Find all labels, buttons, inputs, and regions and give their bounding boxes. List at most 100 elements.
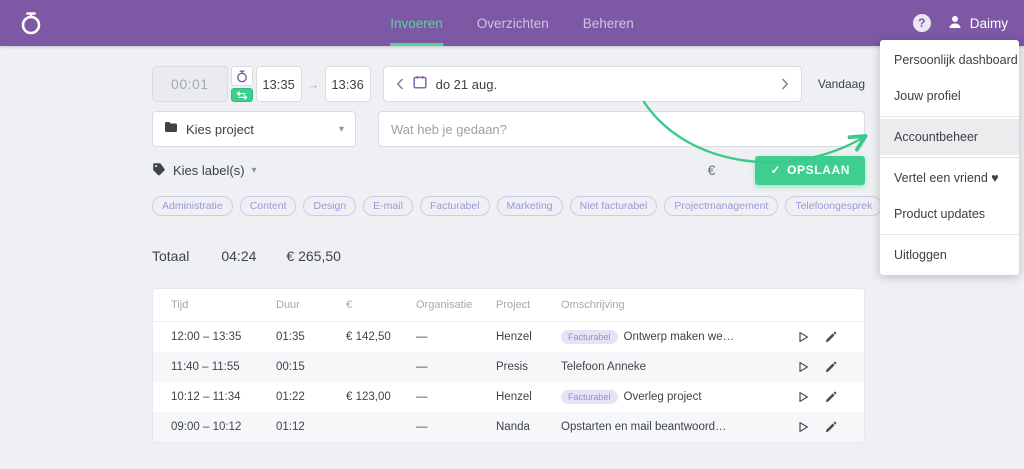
today-link[interactable]: Vandaag (818, 77, 865, 91)
cell-omschrijving: Facturabel Ontwerp maken we… (561, 330, 790, 344)
timer-row: 00:01 → (152, 66, 865, 102)
label-chip-facturabel[interactable]: Facturabel (420, 196, 490, 216)
user-icon (947, 14, 963, 33)
table-body: 12:00 – 13:35 01:35 € 142,50 — Henzel Fa… (153, 322, 864, 442)
menu-item-jouw-profiel[interactable]: Jouw profiel (880, 78, 1019, 114)
project-select[interactable]: Kies project ▾ (152, 111, 356, 147)
keeping-logo-icon[interactable] (16, 8, 46, 38)
previous-day-button[interactable] (396, 78, 404, 90)
omschrijving-text: Ontwerp maken we… (624, 331, 735, 343)
header-organisatie: Organisatie (416, 299, 496, 311)
description-input[interactable] (378, 111, 865, 147)
play-button[interactable] (790, 391, 816, 403)
save-button[interactable]: ✓ OPSLAAN (755, 156, 865, 185)
tab-overzichten[interactable]: Overzichten (477, 0, 549, 46)
label-chip-administratie[interactable]: Administratie (152, 196, 233, 216)
cell-bedrag: € 123,00 (346, 391, 416, 403)
cell-omschrijving: Facturabel Overleg project (561, 390, 790, 404)
facturabel-chip: Facturabel (561, 390, 618, 404)
save-button-label: OPSLAAN (787, 163, 850, 177)
cell-project: Nanda (496, 421, 561, 433)
header-project: Project (496, 299, 561, 311)
omschrijving-text: Overleg project (624, 391, 702, 403)
next-day-button[interactable] (781, 78, 789, 90)
cell-tijd: 09:00 – 10:12 (171, 421, 276, 433)
time-entry-page: 00:01 → (152, 66, 865, 443)
cell-bedrag: € 142,50 (346, 331, 416, 343)
cell-organisatie: — (416, 361, 496, 373)
swap-arrows-icon (236, 91, 248, 100)
cell-project: Henzel (496, 391, 561, 403)
menu-item-accountbeheer[interactable]: Accountbeheer (880, 119, 1019, 155)
cell-tijd: 10:12 – 11:34 (171, 391, 276, 403)
end-time-input[interactable] (325, 66, 371, 102)
menu-item-uitloggen[interactable]: Uitloggen (880, 237, 1019, 273)
edit-button[interactable] (816, 421, 846, 433)
cell-tijd: 11:40 – 11:55 (171, 361, 276, 373)
cell-duur: 01:35 (276, 331, 346, 343)
range-mode-button[interactable] (231, 88, 253, 102)
label-chip-content[interactable]: Content (240, 196, 297, 216)
table-row[interactable]: 10:12 – 11:34 01:22 € 123,00 — Henzel Fa… (153, 382, 864, 412)
table-row[interactable]: 11:40 – 11:55 00:15 — Presis Telefoon An… (153, 352, 864, 382)
check-icon: ✓ (770, 163, 781, 177)
cell-duur: 01:22 (276, 391, 346, 403)
menu-divider (880, 116, 1019, 117)
date-picker: do 21 aug. (383, 66, 802, 102)
menu-item-vertel-een-vriend[interactable]: Vertel een vriend ♥ (880, 160, 1019, 196)
play-button[interactable] (790, 331, 816, 343)
help-icon[interactable]: ? (913, 14, 931, 32)
totals-bar: Totaal 04:24 € 265,50 (152, 248, 865, 264)
label-chip-email[interactable]: E-mail (363, 196, 413, 216)
menu-divider (880, 157, 1019, 158)
tab-invoeren[interactable]: Invoeren (390, 0, 443, 46)
tag-icon (152, 162, 166, 179)
cell-project: Presis (496, 361, 561, 373)
table-row[interactable]: 09:00 – 10:12 01:12 — Nanda Opstarten en… (153, 412, 864, 442)
selected-date[interactable]: do 21 aug. (436, 77, 497, 92)
label-chip-design[interactable]: Design (303, 196, 356, 216)
omschrijving-text: Opstarten en mail beantwoord… (561, 421, 727, 433)
stopwatch-mode-button[interactable] (231, 66, 253, 86)
play-button[interactable] (790, 361, 816, 373)
chevron-down-icon: ▾ (252, 165, 257, 176)
user-dropdown-menu: Persoonlijk dashboard Jouw profiel Accou… (880, 40, 1019, 275)
menu-item-product-updates[interactable]: Product updates (880, 196, 1019, 232)
omschrijving-text: Telefoon Anneke (561, 361, 646, 373)
edit-button[interactable] (816, 331, 846, 343)
user-menu-button[interactable]: Daimy (947, 14, 1008, 33)
cell-duur: 01:12 (276, 421, 346, 433)
edit-button[interactable] (816, 361, 846, 373)
time-range-arrow: → (307, 77, 320, 92)
play-button[interactable] (790, 421, 816, 433)
start-time-input[interactable] (256, 66, 302, 102)
total-duration: 04:24 (221, 248, 256, 264)
project-select-label: Kies project (186, 122, 254, 137)
header-tijd: Tijd (171, 299, 276, 311)
calendar-icon[interactable] (413, 75, 427, 94)
cell-project: Henzel (496, 331, 561, 343)
table-row[interactable]: 12:00 – 13:35 01:35 € 142,50 — Henzel Fa… (153, 322, 864, 352)
folder-icon (164, 120, 178, 138)
tab-beheren[interactable]: Beheren (583, 0, 634, 46)
facturabel-chip: Facturabel (561, 330, 618, 344)
totals-label: Totaal (152, 248, 189, 264)
cell-omschrijving: Telefoon Anneke (561, 361, 790, 373)
menu-item-persoonlijk-dashboard[interactable]: Persoonlijk dashboard (880, 42, 1019, 78)
total-amount: € 265,50 (286, 248, 341, 264)
cell-organisatie: — (416, 421, 496, 433)
menu-divider (880, 234, 1019, 235)
label-chip-projectmanagement[interactable]: Projectmanagement (664, 196, 778, 216)
label-chip-telefoongesprek[interactable]: Telefoongesprek (785, 196, 882, 216)
cell-organisatie: — (416, 391, 496, 403)
header-right: ? Daimy (913, 14, 1008, 33)
label-chip-marketing[interactable]: Marketing (497, 196, 563, 216)
edit-button[interactable] (816, 391, 846, 403)
cell-omschrijving: Opstarten en mail beantwoord… (561, 421, 790, 433)
labels-select[interactable]: Kies label(s) ▾ (152, 162, 257, 179)
actions-row: Kies label(s) ▾ € ✓ OPSLAAN (152, 157, 865, 183)
chevron-down-icon: ▾ (339, 124, 344, 135)
table-header-row: Tijd Duur € Organisatie Project Omschrij… (153, 289, 864, 322)
label-chip-niet-facturabel[interactable]: Niet facturabel (570, 196, 658, 216)
time-entries-table: Tijd Duur € Organisatie Project Omschrij… (152, 288, 865, 443)
